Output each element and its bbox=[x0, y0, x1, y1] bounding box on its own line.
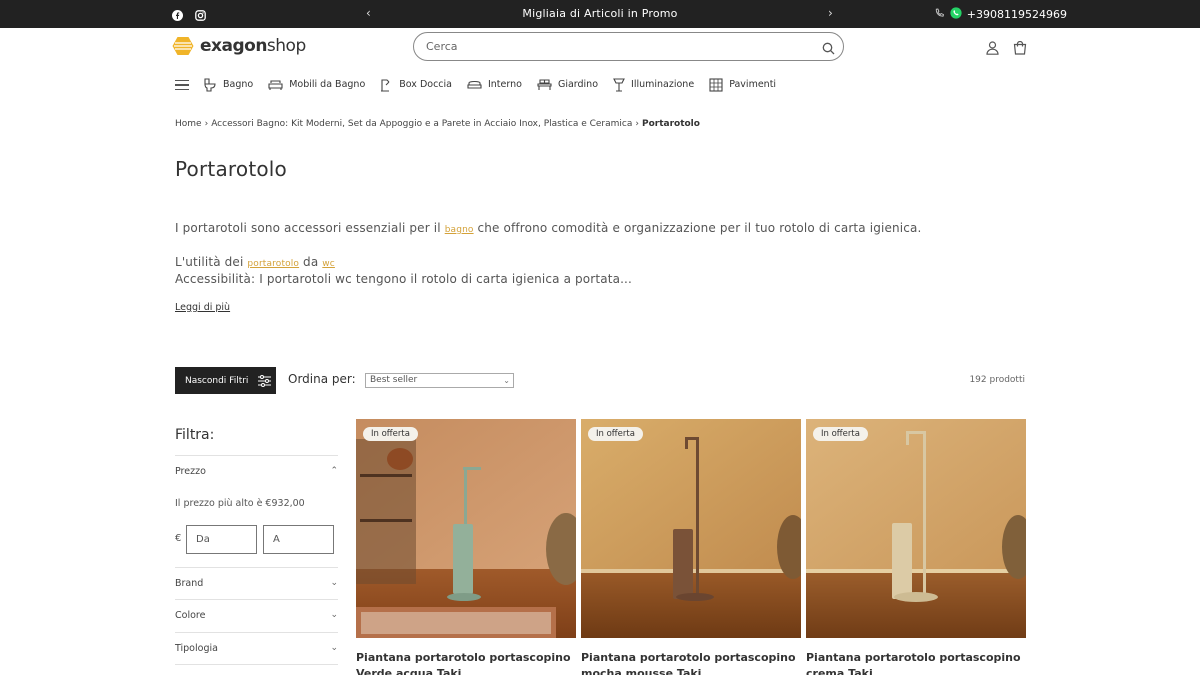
desc-text: che offrono comodità e organizzazione pe… bbox=[473, 221, 922, 235]
breadcrumb: Home › Accessori Bagno: Kit Moderni, Set d… bbox=[175, 119, 700, 129]
sale-badge: In offerta bbox=[363, 427, 418, 441]
link-bagno[interactable]: bagno bbox=[445, 225, 474, 235]
filter-colore-toggle[interactable]: Colore ⌄ bbox=[175, 599, 338, 632]
link-wc[interactable]: wc bbox=[322, 259, 335, 269]
sofa-icon bbox=[268, 80, 283, 91]
breadcrumb-home[interactable]: Home bbox=[175, 119, 202, 129]
lamp-icon bbox=[613, 78, 625, 92]
filter-section-label: Tipologia bbox=[175, 643, 218, 654]
product-card[interactable]: In offerta Piantana portarotolo portasco… bbox=[581, 419, 801, 675]
phone-icon bbox=[934, 8, 945, 22]
sort-select[interactable]: Best seller ⌄ bbox=[365, 373, 514, 388]
phone-number: +3908119524969 bbox=[966, 8, 1067, 21]
promo-text: Migliaia di Articoli in Promo bbox=[522, 7, 678, 20]
currency-symbol: € bbox=[175, 533, 182, 544]
filter-section-label: Brand bbox=[175, 578, 204, 589]
filter-section-label: Colore bbox=[175, 610, 206, 621]
product-card[interactable]: In offerta Piantana portarotolo portasco… bbox=[356, 419, 576, 675]
nav-item-box-doccia[interactable]: Box Doccia bbox=[380, 78, 452, 92]
hide-filters-button[interactable]: Nascondi Filtri bbox=[175, 367, 276, 394]
nav-item-giardino[interactable]: Giardino bbox=[537, 78, 598, 91]
sort-label: Ordina per: bbox=[288, 372, 356, 386]
chevron-up-icon: ⌃ bbox=[330, 466, 338, 476]
collection-description-line-1: I portarotoli sono accessori essenziali … bbox=[175, 221, 921, 235]
filters-title: Filtra: bbox=[175, 427, 215, 443]
read-more-link[interactable]: Leggi di più bbox=[175, 302, 230, 313]
logo-text: exagonshop bbox=[200, 36, 306, 56]
whatsapp-icon bbox=[950, 7, 962, 22]
collection-description-line-2: L'utilità dei portarotolo da wc bbox=[175, 255, 335, 269]
filter-brand-toggle[interactable]: Brand ⌄ bbox=[175, 567, 338, 599]
product-title[interactable]: Piantana portarotolo portascopino Verde … bbox=[356, 650, 576, 675]
price-from-field[interactable]: Da bbox=[186, 525, 257, 554]
page-title: Portarotolo bbox=[175, 157, 287, 181]
search-input[interactable] bbox=[414, 33, 794, 60]
desc-text: da bbox=[299, 255, 323, 269]
main-navigation: Bagno Mobili da Bagno Box Doccia Interno… bbox=[175, 77, 791, 93]
menu-hamburger-icon[interactable] bbox=[175, 77, 189, 93]
nav-label: Bagno bbox=[223, 79, 254, 91]
search-icon[interactable] bbox=[822, 40, 835, 59]
link-portarotolo[interactable]: portarotolo bbox=[247, 259, 299, 269]
sale-badge: In offerta bbox=[813, 427, 868, 441]
breadcrumb-separator: › bbox=[204, 119, 209, 129]
instagram-icon[interactable] bbox=[195, 6, 206, 21]
nav-item-interno[interactable]: Interno bbox=[467, 79, 522, 91]
chevron-down-icon: ⌄ bbox=[330, 643, 338, 653]
facebook-icon[interactable] bbox=[172, 6, 183, 21]
shower-icon bbox=[381, 79, 390, 92]
product-title[interactable]: Piantana portarotolo portascopino crema … bbox=[806, 650, 1026, 675]
tiles-icon bbox=[709, 78, 723, 92]
toilet-icon bbox=[204, 78, 216, 92]
product-count: 192 prodotti bbox=[969, 375, 1025, 385]
armchair-icon bbox=[467, 80, 482, 89]
chevron-down-icon: ⌄ bbox=[330, 610, 338, 620]
nav-label: Interno bbox=[487, 79, 522, 91]
promo-next-arrow[interactable]: › bbox=[828, 6, 833, 20]
announcement-bar: ‹ Migliaia di Articoli in Promo › +39081… bbox=[0, 0, 1200, 28]
desc-text: L'utilità dei bbox=[175, 255, 248, 269]
site-logo[interactable]: exagonshop bbox=[172, 36, 306, 56]
breadcrumb-separator: › bbox=[635, 119, 639, 129]
nav-item-illuminazione[interactable]: Illuminazione bbox=[613, 78, 694, 92]
filter-price-toggle[interactable]: Prezzo ⌃ bbox=[175, 455, 338, 495]
product-image[interactable]: In offerta bbox=[806, 419, 1026, 638]
filter-price-label: Prezzo bbox=[175, 466, 206, 477]
sort-selected-value: Best seller bbox=[370, 375, 418, 385]
nav-label: Box Doccia bbox=[399, 79, 452, 91]
logo-hexagon-icon bbox=[172, 37, 194, 55]
bench-icon bbox=[537, 79, 552, 91]
desc-text: I portarotoli sono accessori essenziali … bbox=[175, 221, 445, 235]
chevron-down-icon: ⌄ bbox=[503, 376, 510, 385]
promo-prev-arrow[interactable]: ‹ bbox=[366, 6, 371, 20]
search-bar bbox=[413, 32, 844, 61]
nav-label: Pavimenti bbox=[729, 79, 777, 91]
product-title[interactable]: Piantana portarotolo portascopino mocha … bbox=[581, 650, 801, 675]
social-links bbox=[172, 6, 206, 21]
collection-description-line-3: Accessibilità: I portarotoli wc tengono … bbox=[175, 272, 632, 286]
nav-item-mobili-da-bagno[interactable]: Mobili da Bagno bbox=[268, 78, 365, 91]
filter-tipologia-toggle[interactable]: Tipologia ⌄ bbox=[175, 632, 338, 665]
product-image[interactable]: In offerta bbox=[581, 419, 801, 638]
nav-item-pavimenti[interactable]: Pavimenti bbox=[709, 78, 776, 92]
cart-icon[interactable] bbox=[1013, 40, 1027, 59]
hide-filters-label: Nascondi Filtri bbox=[185, 375, 249, 386]
phone-contact[interactable]: +3908119524969 bbox=[934, 7, 1067, 22]
nav-item-bagno[interactable]: Bagno bbox=[203, 78, 253, 92]
chevron-down-icon: ⌄ bbox=[330, 578, 338, 588]
breadcrumb-current: Portarotolo bbox=[641, 119, 700, 129]
price-max-hint: Il prezzo più alto è €932,00 bbox=[175, 498, 305, 509]
price-to-field[interactable]: A bbox=[263, 525, 334, 554]
product-image[interactable]: In offerta bbox=[356, 419, 576, 638]
account-icon[interactable] bbox=[986, 40, 999, 59]
sale-badge: In offerta bbox=[588, 427, 643, 441]
filter-sliders-icon bbox=[258, 374, 272, 387]
breadcrumb-category[interactable]: Accessori Bagno: Kit Moderni, Set da App… bbox=[211, 119, 632, 129]
nav-label: Illuminazione bbox=[631, 79, 695, 91]
nav-label: Mobili da Bagno bbox=[289, 79, 366, 91]
nav-label: Giardino bbox=[557, 79, 599, 91]
product-card[interactable]: In offerta Piantana portarotolo portasco… bbox=[806, 419, 1026, 675]
